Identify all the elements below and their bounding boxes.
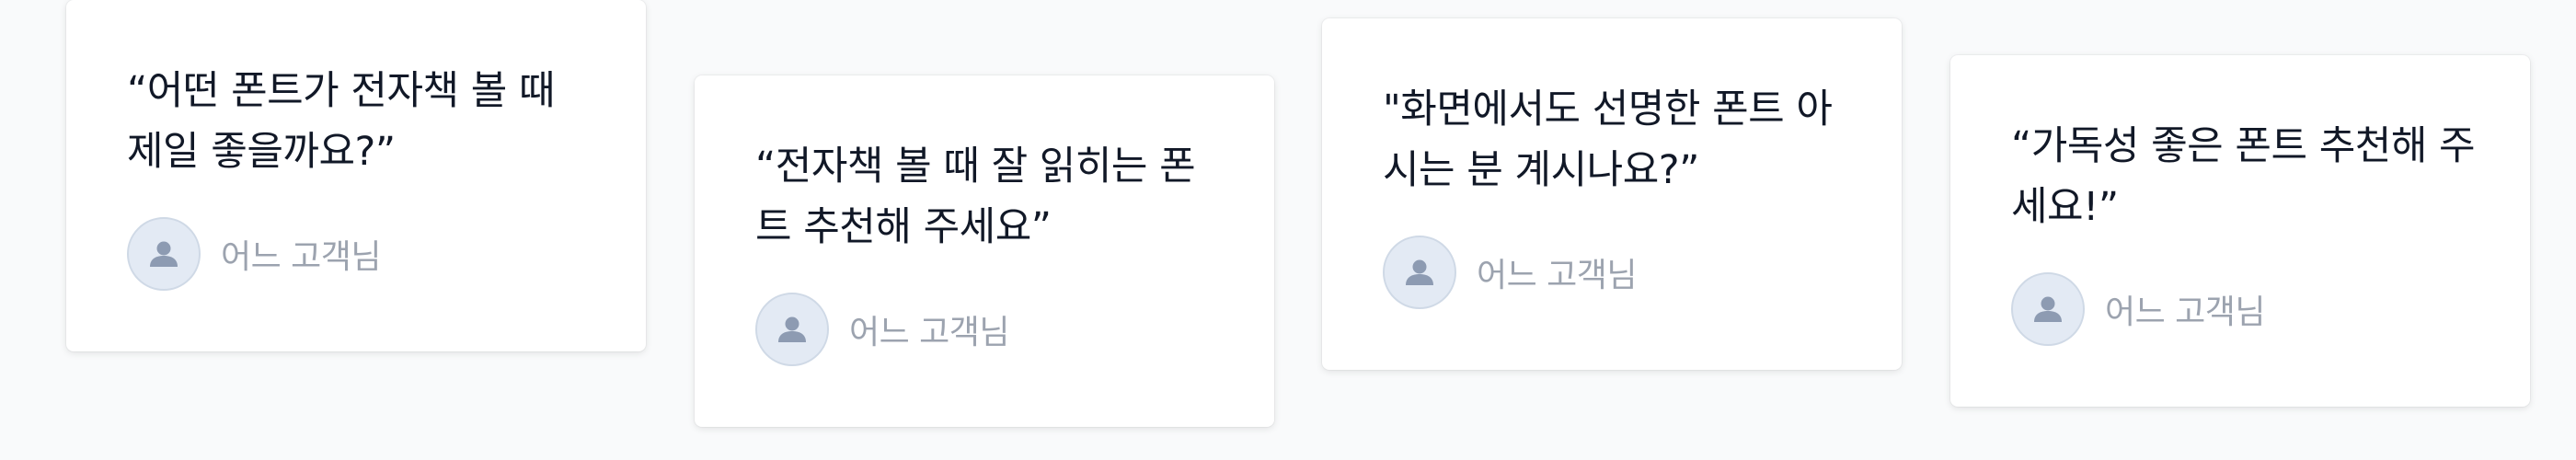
testimonial-quote: "화면에서도 선명한 폰트 아시는 분 계시나요?” xyxy=(1383,86,1833,193)
avatar xyxy=(127,217,201,291)
testimonial-card-1: “어떤 폰트가 전자책 볼 때 제일 좋을까요?” 어느 고객님 xyxy=(66,0,646,351)
testimonial-quote: “어떤 폰트가 전자책 볼 때 제일 좋을까요?” xyxy=(127,68,556,175)
author-name: 어느 고객님 xyxy=(2105,293,2266,331)
testimonial-author: 어느 고객님 xyxy=(1383,236,1841,309)
user-icon xyxy=(778,316,806,342)
testimonial-author: 어느 고객님 xyxy=(127,217,585,291)
user-icon xyxy=(150,241,178,267)
user-icon xyxy=(2034,296,2062,322)
avatar xyxy=(1383,236,1456,309)
avatar xyxy=(2011,272,2085,346)
testimonial-quote: “가독성 좋은 폰트 추천해 주세요!” xyxy=(2011,123,2476,230)
author-name: 어느 고객님 xyxy=(849,314,1010,351)
testimonial-quote: “전자책 볼 때 잘 읽히는 폰트 추천해 주세요” xyxy=(755,144,1196,250)
testimonial-card-4: “가독성 좋은 폰트 추천해 주세요!” 어느 고객님 xyxy=(1950,55,2530,407)
avatar xyxy=(755,293,829,366)
user-icon xyxy=(1406,259,1433,285)
testimonial-author: 어느 고객님 xyxy=(2011,272,2469,346)
testimonial-author: 어느 고객님 xyxy=(755,293,1213,366)
testimonial-card-2: “전자책 볼 때 잘 읽히는 폰트 추천해 주세요” 어느 고객님 xyxy=(695,75,1274,427)
testimonial-card-3: "화면에서도 선명한 폰트 아시는 분 계시나요?” 어느 고객님 xyxy=(1322,18,1902,370)
author-name: 어느 고객님 xyxy=(1477,257,1638,294)
author-name: 어느 고객님 xyxy=(221,238,382,276)
